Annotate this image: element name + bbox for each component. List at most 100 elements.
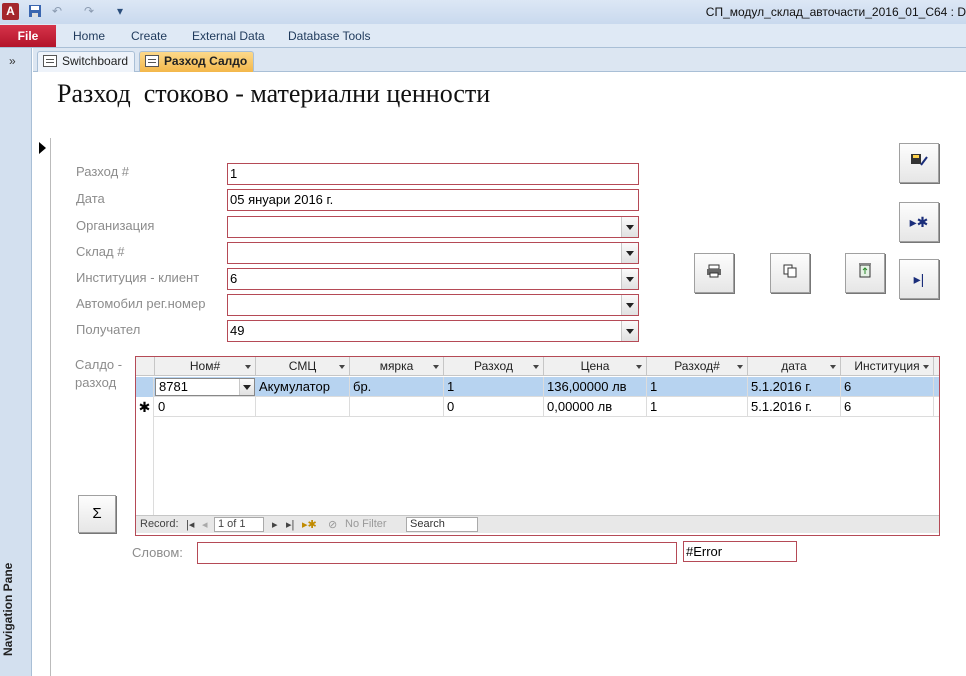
last-record-icon: ▸| (913, 271, 925, 287)
tab-create[interactable]: Create (131, 29, 167, 43)
tab-external-data[interactable]: External Data (192, 29, 265, 43)
nom-combo[interactable]: 8781 (155, 378, 255, 396)
cell-razhod-nomer[interactable]: 1 (647, 397, 748, 417)
cell-institucia[interactable]: 6 (841, 377, 934, 397)
subform-saldo-razhod[interactable]: Ном# СМЦ мярка Разход Цена Разход# дата … (135, 356, 940, 536)
data-field[interactable]: 05 януари 2016 г. (227, 189, 639, 211)
table-row-new[interactable]: ✱ 0 0 0,00000 лв 1 5.1.2016 г. 6 (136, 397, 939, 417)
filter-icon[interactable]: ⊘ (328, 518, 337, 531)
duplicate-record-button[interactable] (770, 253, 810, 293)
save-edit-icon (910, 154, 928, 171)
cell-razhod[interactable]: 0 (444, 397, 544, 417)
access-logo-icon[interactable]: A (2, 3, 19, 20)
col-header-nom[interactable]: Ном# (155, 357, 256, 376)
sort-arrow-icon[interactable] (636, 365, 642, 369)
ribbon-tabs: File Home Create External Data Database … (0, 24, 966, 48)
sum-button[interactable]: Σ (78, 495, 116, 533)
new-record-marker-icon[interactable]: ✱ (136, 397, 154, 417)
chevron-down-icon[interactable] (621, 321, 638, 341)
sort-arrow-icon[interactable] (533, 365, 539, 369)
navigation-pane[interactable]: » Navigation Pane (0, 48, 32, 676)
cell-smc[interactable] (256, 397, 350, 417)
record-label: Record: (140, 518, 179, 530)
save-record-button[interactable] (899, 143, 939, 183)
row-selector-column (136, 417, 154, 515)
sklad-combo[interactable] (227, 242, 639, 264)
col-header-cena[interactable]: Цена (544, 357, 647, 376)
undo-icon[interactable]: ↶ (52, 4, 62, 19)
redo-icon[interactable]: ↷ (84, 4, 94, 19)
tab-database-tools[interactable]: Database Tools (288, 29, 371, 43)
cell-razhod-nomer[interactable]: 1 (647, 377, 748, 397)
print-button[interactable] (694, 253, 734, 293)
sort-arrow-icon[interactable] (245, 365, 251, 369)
total-field[interactable]: #Error (683, 541, 797, 562)
cell-institucia[interactable]: 6 (841, 397, 934, 417)
cell-data[interactable]: 5.1.2016 г. (748, 377, 841, 397)
cell-cena[interactable]: 0,00000 лв (544, 397, 647, 417)
tab-label: Разход Салдо (164, 54, 248, 68)
prev-record-icon[interactable]: ◂ (202, 518, 208, 531)
col-header-data[interactable]: дата (748, 357, 841, 376)
delete-record-button[interactable] (845, 253, 885, 293)
search-input[interactable]: Search (406, 517, 478, 532)
cell-myarka[interactable]: бр. (350, 377, 444, 397)
current-record-arrow-icon (39, 142, 46, 154)
cell-smc[interactable]: Акумулатор (256, 377, 350, 397)
cell-myarka[interactable] (350, 397, 444, 417)
razhod-nomer-field[interactable]: 1 (227, 163, 639, 185)
new-record-button[interactable]: ▸✱ (899, 202, 939, 242)
save-icon[interactable] (28, 4, 42, 19)
last-record-icon[interactable]: ▸| (286, 518, 294, 531)
institucia-combo[interactable]: 6 (227, 268, 639, 290)
no-filter-label[interactable]: No Filter (345, 518, 387, 530)
col-header-institucia[interactable]: Институция (841, 357, 934, 376)
sort-arrow-icon[interactable] (737, 365, 743, 369)
sort-arrow-icon[interactable] (339, 365, 345, 369)
cell-cena[interactable]: 136,00000 лв (544, 377, 647, 397)
tab-label: Switchboard (62, 54, 129, 68)
chevron-down-icon[interactable] (621, 243, 638, 263)
recycle-bin-icon (858, 263, 872, 281)
form-icon (145, 55, 159, 67)
chevron-down-icon[interactable] (621, 217, 638, 237)
next-record-icon[interactable]: ▸ (272, 518, 278, 531)
last-record-button[interactable]: ▸| (899, 259, 939, 299)
chevron-down-icon[interactable] (621, 269, 638, 289)
cell-nom[interactable]: 0 (155, 397, 256, 417)
col-header-razhod[interactable]: Разход (444, 357, 544, 376)
poluchatel-combo[interactable]: 49 (227, 320, 639, 342)
row-selector[interactable] (136, 377, 154, 397)
cell-razhod[interactable]: 1 (444, 377, 544, 397)
col-header-smc[interactable]: СМЦ (256, 357, 350, 376)
new-record-icon[interactable]: ▸✱ (302, 518, 317, 531)
sort-arrow-icon[interactable] (923, 365, 929, 369)
navigation-pane-label[interactable]: Navigation Pane (1, 546, 15, 656)
tab-switchboard[interactable]: Switchboard (37, 51, 136, 72)
record-selector[interactable] (33, 138, 51, 676)
col-header-razhod-nomer[interactable]: Разход# (647, 357, 748, 376)
expand-nav-icon[interactable]: » (9, 54, 16, 68)
first-record-icon[interactable]: |◂ (186, 518, 194, 531)
chevron-down-icon[interactable] (621, 295, 638, 315)
customize-toolbar-icon[interactable]: ▾ (117, 4, 123, 19)
col-header-myarka[interactable]: мярка (350, 357, 444, 376)
tab-home[interactable]: Home (73, 29, 105, 43)
sort-arrow-icon[interactable] (433, 365, 439, 369)
file-tab[interactable]: File (0, 25, 56, 47)
select-all-corner[interactable] (136, 357, 155, 376)
avtomobil-combo[interactable] (227, 294, 639, 316)
label-sklad: Склад # (76, 244, 125, 259)
form-razhod: Разход стоково - материални ценности Раз… (33, 73, 966, 676)
cell-data[interactable]: 5.1.2016 г. (748, 397, 841, 417)
sort-arrow-icon[interactable] (830, 365, 836, 369)
record-number-input[interactable]: 1 of 1 (214, 517, 264, 532)
table-row[interactable]: 8781 Акумулатор бр. 1 136,00000 лв 1 5.1… (136, 377, 939, 397)
printer-icon (706, 264, 722, 281)
slovom-field[interactable] (197, 542, 677, 564)
subform-label: Салдо - разход (75, 357, 123, 390)
label-razhod-nomer: Разход # (76, 164, 130, 179)
chevron-down-icon[interactable] (239, 379, 254, 395)
tab-razhod-saldo[interactable]: Разход Салдо (139, 51, 255, 72)
organizacia-combo[interactable] (227, 216, 639, 238)
